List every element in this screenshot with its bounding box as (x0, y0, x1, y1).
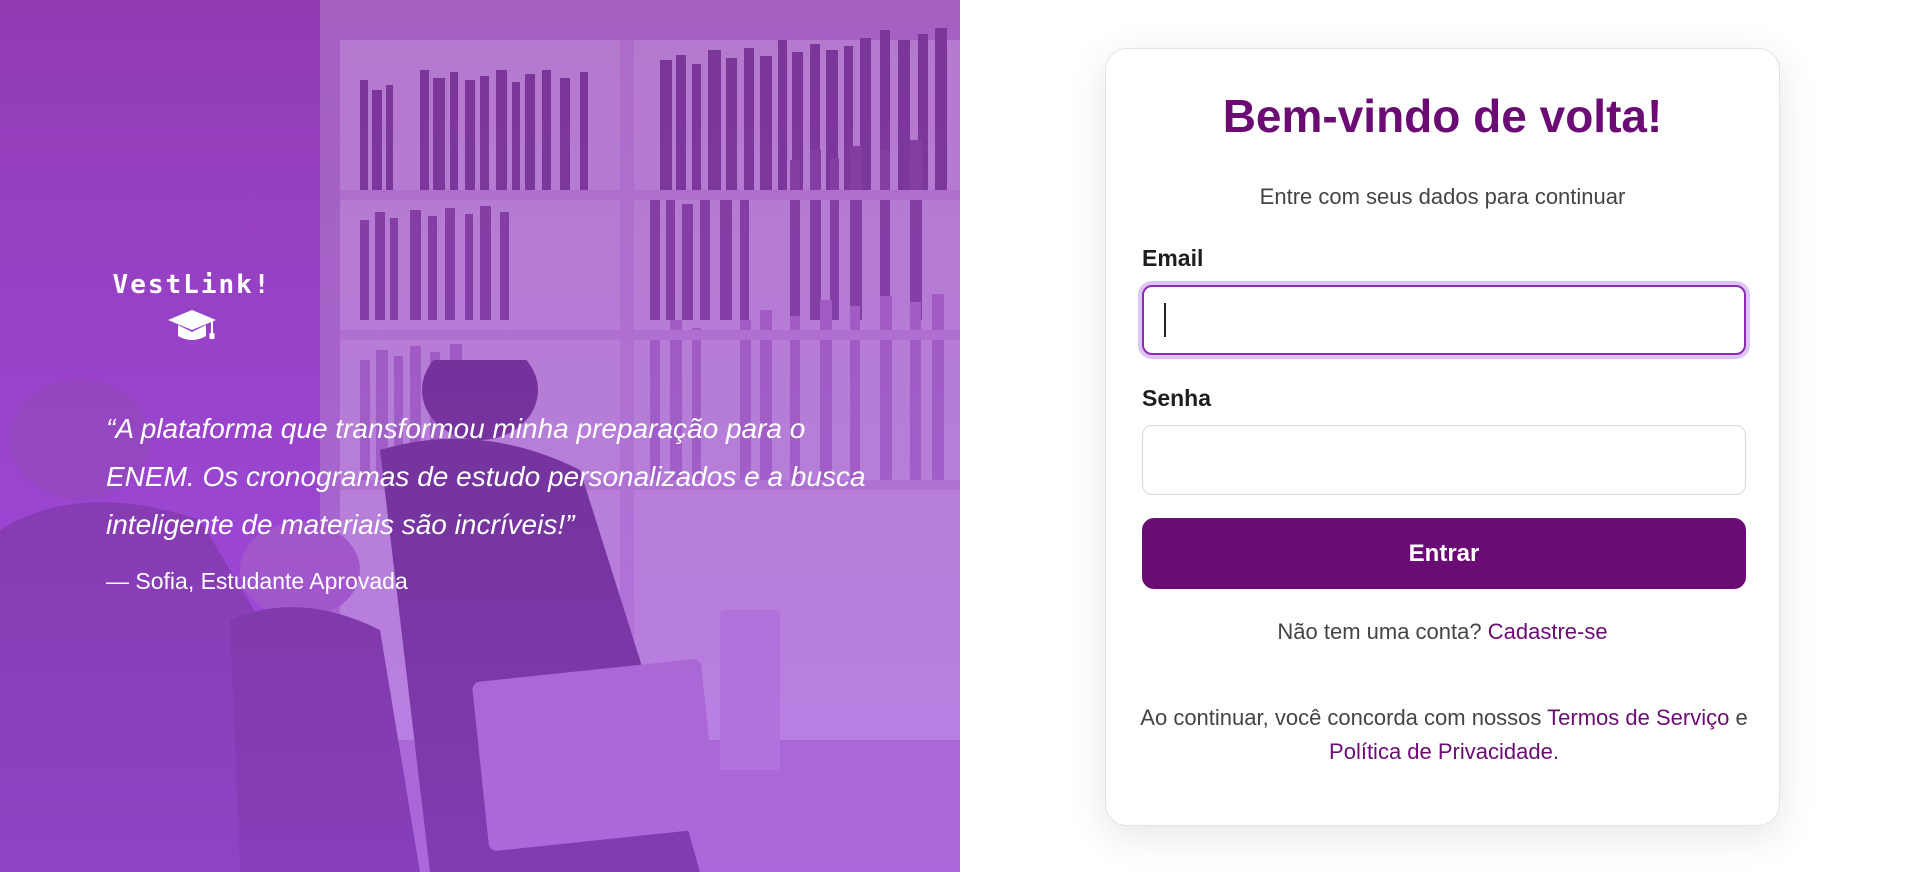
terms-prefix: Ao continuar, você concorda com nossos (1140, 705, 1542, 730)
brand-logo: VestLink! (112, 270, 272, 346)
terms-and: e (1735, 705, 1748, 730)
terms-of-service-link[interactable]: Termos de Serviço (1547, 705, 1729, 730)
terms-suffix: . (1552, 739, 1559, 764)
graduation-cap-icon (168, 310, 216, 340)
brand-name: VestLink! (112, 270, 272, 300)
email-label: Email (1142, 245, 1204, 271)
email-field[interactable] (1142, 285, 1746, 355)
testimonial-author: — Sofia, Estudante Aprovada (106, 568, 408, 594)
password-label: Senha (1142, 385, 1212, 411)
testimonial-quote: “A plataforma que transformou minha prep… (106, 413, 866, 540)
signup-prompt-text: Não tem uma conta? (1277, 619, 1482, 644)
password-field[interactable] (1142, 425, 1746, 495)
login-button[interactable]: Entrar (1142, 518, 1746, 589)
text-cursor (1164, 303, 1166, 337)
hero-panel: VestLink! “A plataforma que transformou … (0, 0, 960, 872)
privacy-policy-link[interactable]: Política de Privacidade (1329, 739, 1553, 764)
signup-prompt: Não tem uma conta? Cadastre-se (1106, 619, 1779, 645)
page-subtitle: Entre com seus dados para continuar (1259, 184, 1626, 209)
page-title: Bem-vindo de volta! (1222, 90, 1663, 142)
signup-link[interactable]: Cadastre-se (1488, 619, 1608, 644)
login-card: Bem-vindo de volta! Entre com seus dados… (1105, 48, 1780, 826)
terms-notice: Ao continuar, você concorda com nossos T… (1136, 701, 1752, 769)
